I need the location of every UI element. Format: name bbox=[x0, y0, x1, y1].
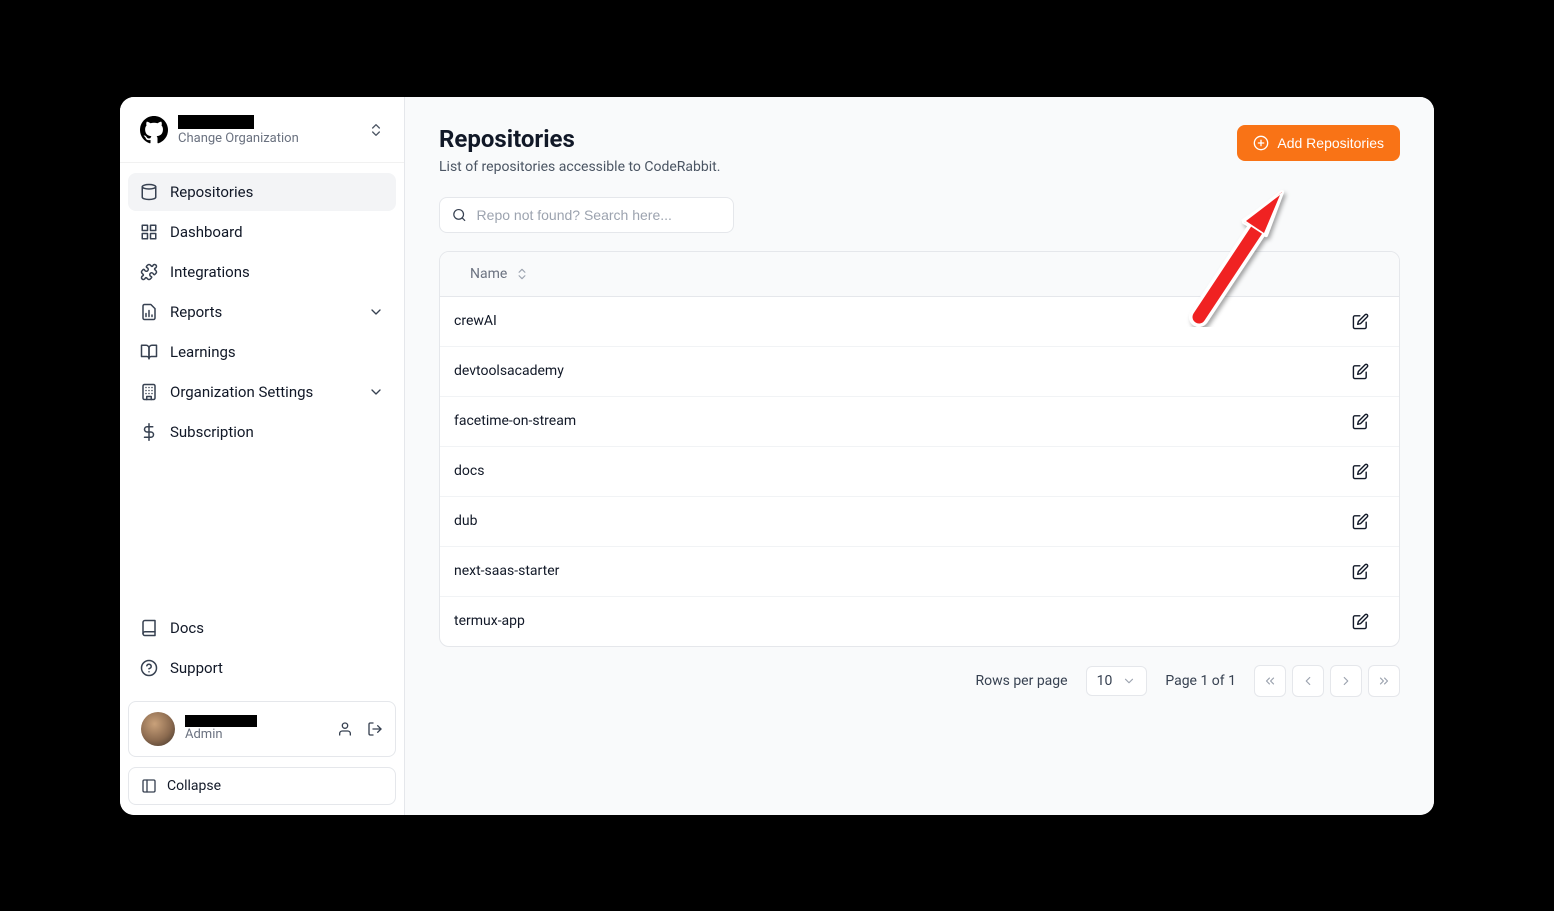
edit-icon[interactable] bbox=[1352, 463, 1369, 480]
search-input[interactable] bbox=[477, 207, 721, 223]
pagination: Rows per page 10 Page 1 of 1 bbox=[439, 665, 1400, 697]
add-repositories-button[interactable]: Add Repositories bbox=[1237, 125, 1400, 161]
panel-left-icon bbox=[141, 778, 157, 794]
sidebar-item-repositories[interactable]: Repositories bbox=[128, 173, 396, 211]
repo-name: crewAI bbox=[454, 313, 497, 329]
user-card: Admin bbox=[128, 701, 396, 757]
repo-name: facetime-on-stream bbox=[454, 413, 576, 429]
help-icon bbox=[140, 659, 158, 677]
sidebar: Change Organization Repositories Dashboa… bbox=[120, 97, 405, 815]
sidebar-item-label: Repositories bbox=[170, 183, 253, 201]
org-name-redacted bbox=[178, 115, 254, 129]
chevron-down-icon bbox=[368, 384, 384, 400]
org-change-label: Change Organization bbox=[178, 131, 299, 147]
app-window: Change Organization Repositories Dashboa… bbox=[120, 97, 1434, 815]
edit-icon[interactable] bbox=[1352, 513, 1369, 530]
sidebar-item-learnings[interactable]: Learnings bbox=[128, 333, 396, 371]
repo-name: dub bbox=[454, 513, 477, 529]
edit-icon[interactable] bbox=[1352, 613, 1369, 630]
sidebar-item-label: Learnings bbox=[170, 343, 236, 361]
page-header: Repositories List of repositories access… bbox=[439, 125, 1400, 175]
grid-icon bbox=[140, 223, 158, 241]
sort-icon bbox=[515, 267, 529, 281]
add-button-label: Add Repositories bbox=[1277, 135, 1384, 151]
sidebar-item-reports[interactable]: Reports bbox=[128, 293, 396, 331]
chevrons-up-down-icon bbox=[368, 122, 384, 138]
repo-name: termux-app bbox=[454, 613, 525, 629]
sidebar-item-subscription[interactable]: Subscription bbox=[128, 413, 396, 451]
search-bar bbox=[439, 197, 1400, 233]
github-icon bbox=[140, 116, 168, 144]
column-name: Name bbox=[470, 266, 507, 282]
edit-icon[interactable] bbox=[1352, 313, 1369, 330]
table-row[interactable]: termux-app bbox=[440, 597, 1399, 646]
table-header[interactable]: Name bbox=[440, 252, 1399, 297]
sidebar-bottom: Docs Support bbox=[120, 609, 404, 701]
page-subtitle: List of repositories accessible to CodeR… bbox=[439, 159, 720, 175]
repo-table: Name crewAI devtoolsacademy facetime-on-st… bbox=[439, 251, 1400, 647]
page-indicator: Page 1 of 1 bbox=[1165, 673, 1236, 689]
collapse-label: Collapse bbox=[167, 778, 221, 794]
main-content: Repositories List of repositories access… bbox=[405, 97, 1434, 815]
table-row[interactable]: crewAI bbox=[440, 297, 1399, 347]
file-chart-icon bbox=[140, 303, 158, 321]
pager-buttons bbox=[1254, 665, 1400, 697]
prev-page-button[interactable] bbox=[1292, 665, 1324, 697]
sidebar-item-label: Docs bbox=[170, 619, 204, 637]
table-row[interactable]: dub bbox=[440, 497, 1399, 547]
sidebar-item-support[interactable]: Support bbox=[128, 649, 396, 687]
avatar bbox=[141, 712, 175, 746]
plus-circle-icon bbox=[1253, 135, 1269, 151]
repo-name: next-saas-starter bbox=[454, 563, 559, 579]
last-page-button[interactable] bbox=[1368, 665, 1400, 697]
sidebar-item-label: Reports bbox=[170, 303, 222, 321]
book-icon bbox=[140, 619, 158, 637]
search-container[interactable] bbox=[439, 197, 734, 233]
sidebar-item-org-settings[interactable]: Organization Settings bbox=[128, 373, 396, 411]
search-icon bbox=[452, 207, 467, 223]
sidebar-item-dashboard[interactable]: Dashboard bbox=[128, 213, 396, 251]
logout-icon[interactable] bbox=[367, 721, 383, 737]
table-row[interactable]: docs bbox=[440, 447, 1399, 497]
sidebar-item-label: Organization Settings bbox=[170, 383, 313, 401]
table-body: crewAI devtoolsacademy facetime-on-stream d… bbox=[440, 297, 1399, 646]
book-open-icon bbox=[140, 343, 158, 361]
sidebar-item-label: Subscription bbox=[170, 423, 254, 441]
repo-name: docs bbox=[454, 463, 484, 479]
edit-icon[interactable] bbox=[1352, 363, 1369, 380]
chevron-down-icon bbox=[368, 304, 384, 320]
building-icon bbox=[140, 383, 158, 401]
sidebar-item-label: Integrations bbox=[170, 263, 250, 281]
rows-per-page-select[interactable]: 10 bbox=[1086, 666, 1148, 696]
sidebar-item-label: Support bbox=[170, 659, 223, 677]
user-name-redacted bbox=[185, 715, 257, 727]
next-page-button[interactable] bbox=[1330, 665, 1362, 697]
first-page-button[interactable] bbox=[1254, 665, 1286, 697]
folder-icon bbox=[140, 183, 158, 201]
rows-value: 10 bbox=[1097, 673, 1113, 689]
user-role: Admin bbox=[185, 727, 257, 743]
table-row[interactable]: next-saas-starter bbox=[440, 547, 1399, 597]
table-row[interactable]: devtoolsacademy bbox=[440, 347, 1399, 397]
sidebar-item-label: Dashboard bbox=[170, 223, 243, 241]
repo-name: devtoolsacademy bbox=[454, 363, 564, 379]
rows-per-page-label: Rows per page bbox=[975, 673, 1067, 689]
edit-icon[interactable] bbox=[1352, 413, 1369, 430]
page-title: Repositories bbox=[439, 125, 720, 153]
dollar-icon bbox=[140, 423, 158, 441]
sidebar-nav: Repositories Dashboard Integrations Repo… bbox=[120, 163, 404, 453]
table-row[interactable]: facetime-on-stream bbox=[440, 397, 1399, 447]
profile-icon[interactable] bbox=[337, 721, 353, 737]
chevron-down-icon bbox=[1122, 674, 1136, 688]
sidebar-item-docs[interactable]: Docs bbox=[128, 609, 396, 647]
org-switcher[interactable]: Change Organization bbox=[120, 97, 404, 164]
collapse-button[interactable]: Collapse bbox=[128, 767, 396, 805]
edit-icon[interactable] bbox=[1352, 563, 1369, 580]
puzzle-icon bbox=[140, 263, 158, 281]
sidebar-item-integrations[interactable]: Integrations bbox=[128, 253, 396, 291]
